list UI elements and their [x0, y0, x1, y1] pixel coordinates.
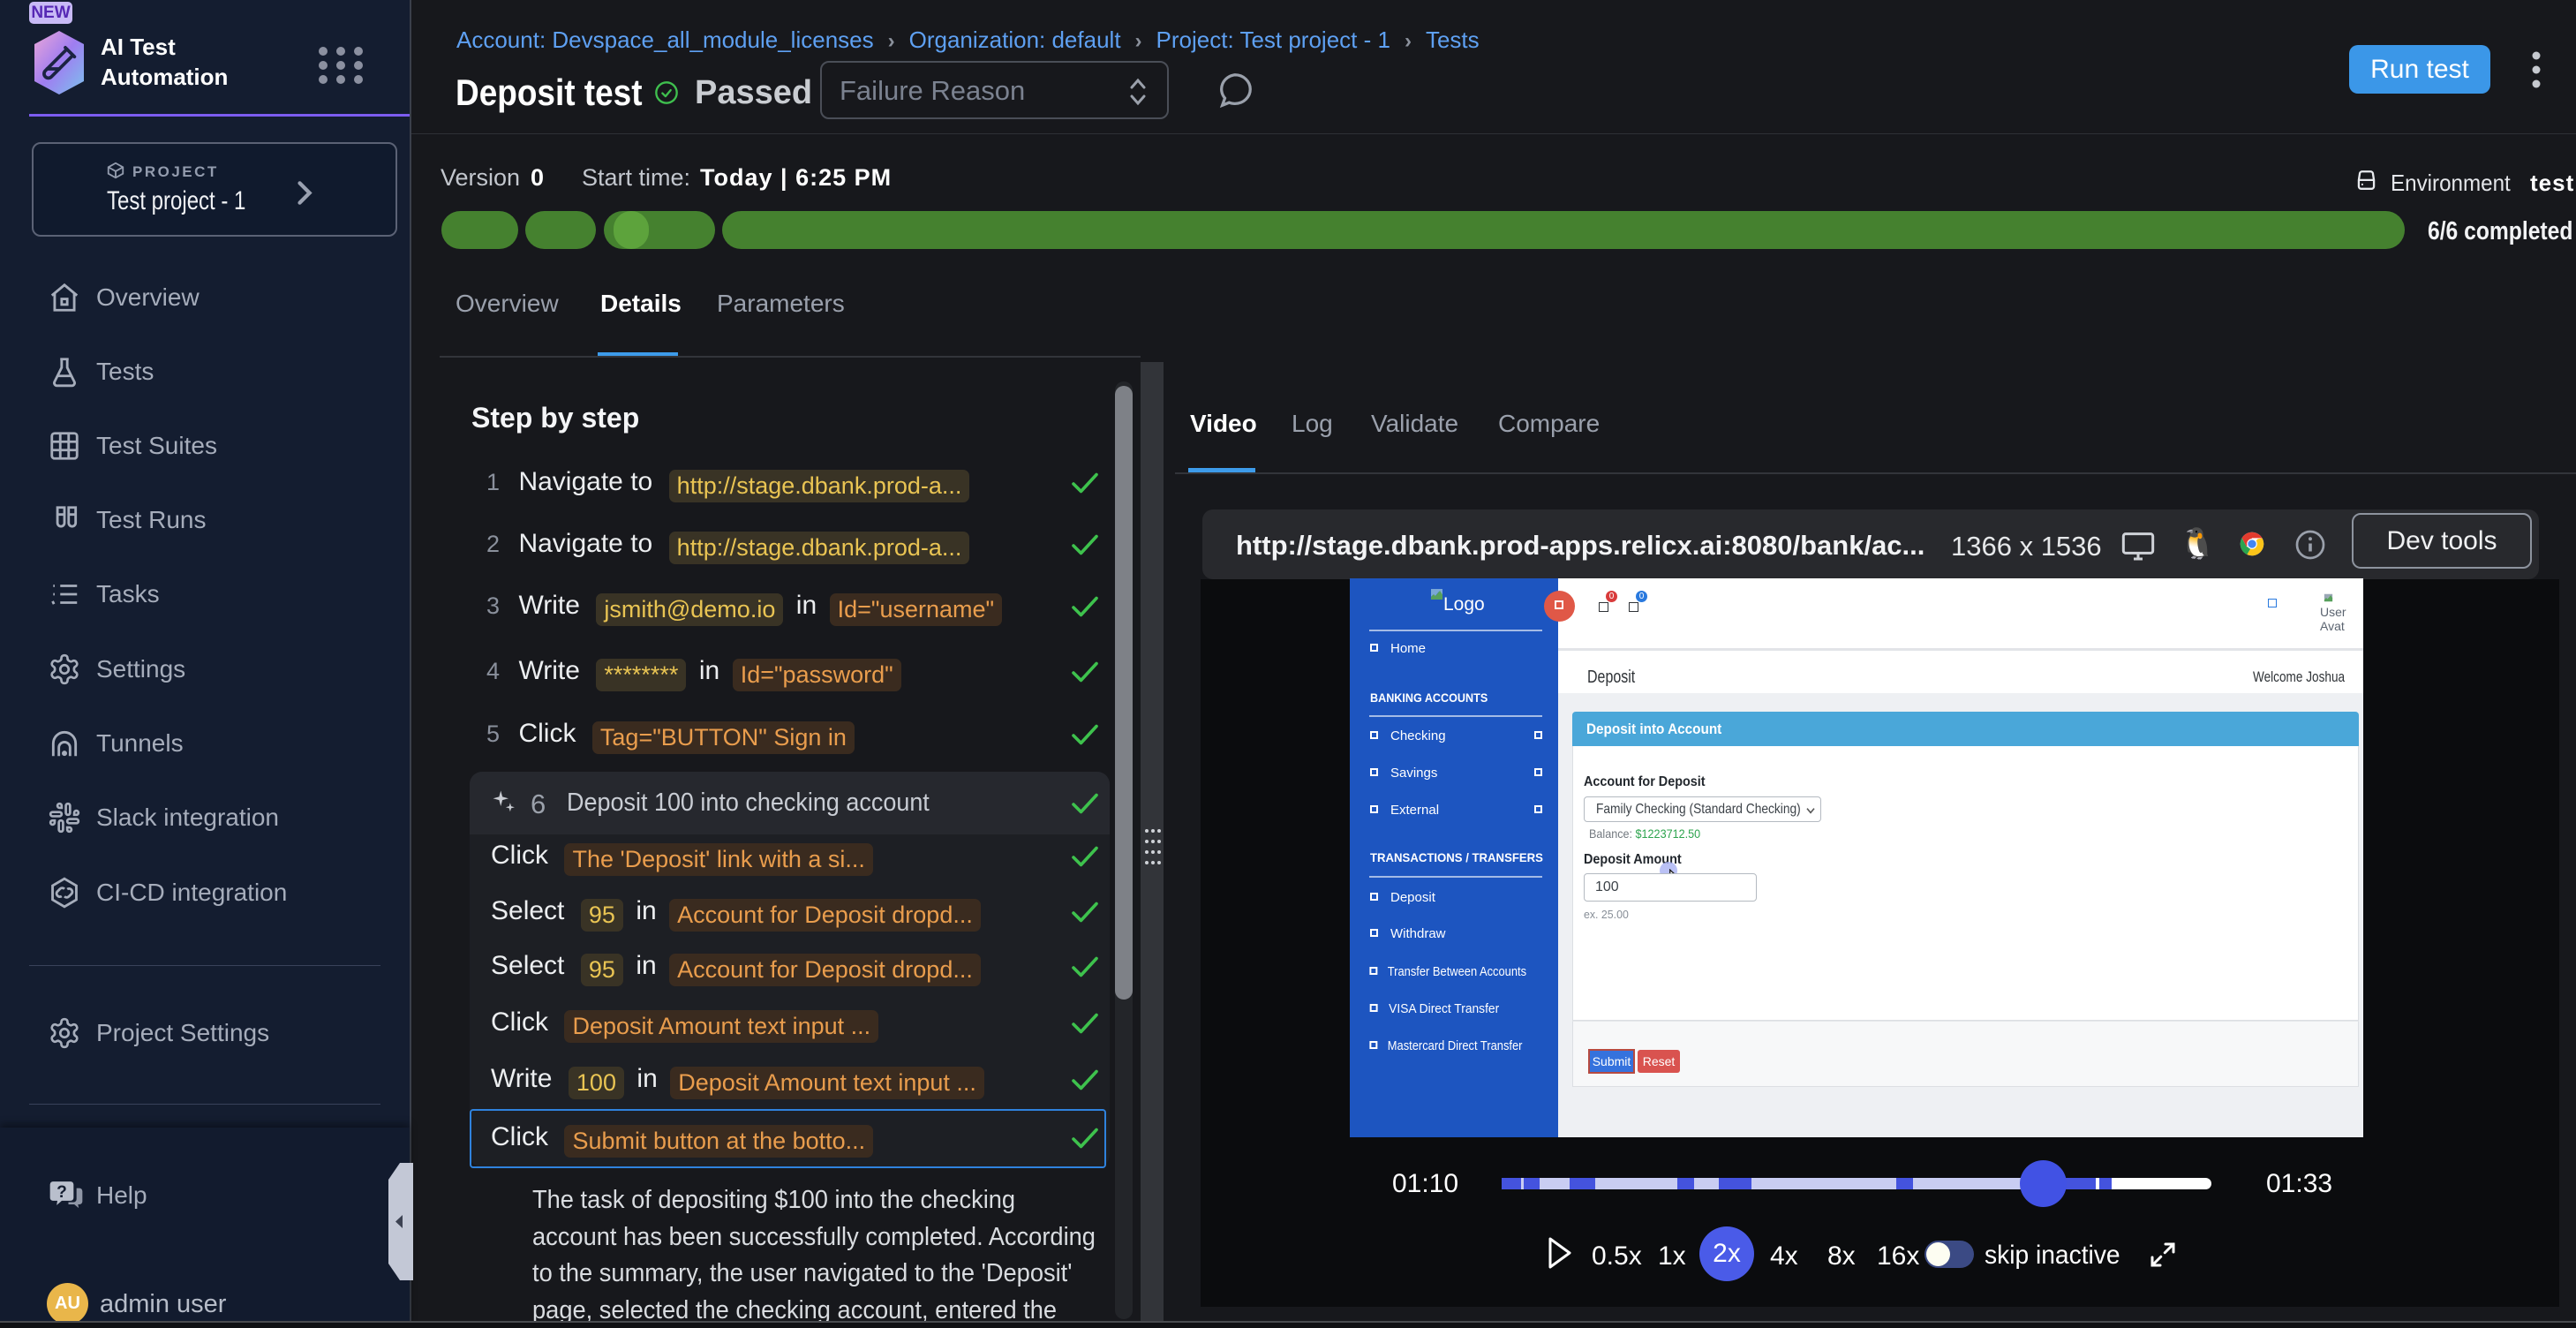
svg-text:?: ? [56, 1183, 67, 1202]
